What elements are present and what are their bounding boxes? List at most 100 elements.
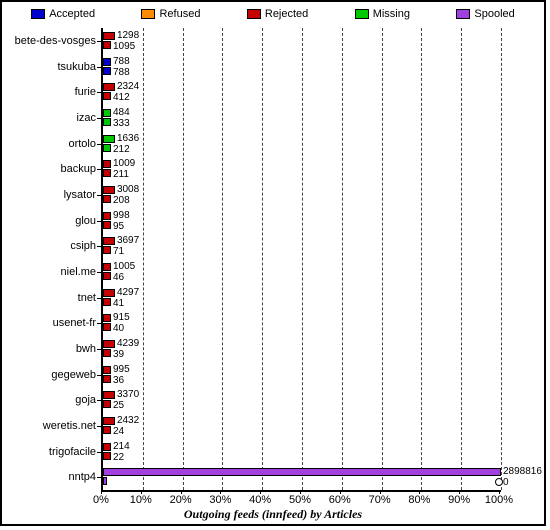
ytick-label: izac	[2, 112, 96, 124]
xtick-label: 50%	[289, 494, 311, 506]
value-label-top: 1005	[113, 262, 135, 272]
legend-label: Missing	[373, 8, 410, 20]
xtick-label: 10%	[130, 494, 152, 506]
legend-item-rejected: Rejected	[247, 8, 308, 20]
ytick-mark	[97, 298, 101, 299]
data-row: 423939	[103, 336, 501, 362]
bar-top	[103, 391, 115, 399]
ytick-label: lysator	[2, 189, 96, 201]
ytick-label: backup	[2, 163, 96, 175]
ytick-label: csiph	[2, 240, 96, 252]
bar-top	[103, 32, 115, 40]
ytick-mark	[97, 118, 101, 119]
ytick-mark	[97, 272, 101, 273]
value-label-top: 3370	[117, 390, 139, 400]
bar-top	[103, 83, 115, 91]
bar-bottom	[103, 272, 111, 280]
value-label-bottom: 412	[113, 93, 130, 103]
ytick-label: tnet	[2, 292, 96, 304]
bar-top	[103, 135, 115, 143]
bar-top	[103, 468, 501, 476]
data-row: 91540	[103, 310, 501, 336]
data-row: 788788	[103, 54, 501, 80]
ytick-label: furie	[2, 86, 96, 98]
ytick-mark	[97, 195, 101, 196]
value-label-top: 1009	[113, 159, 135, 169]
bar-bottom	[103, 221, 111, 229]
value-label-bottom: 208	[113, 196, 130, 206]
value-label-top: 1298	[117, 31, 139, 41]
value-label-top: 3008	[117, 185, 139, 195]
value-label-top: 484	[113, 108, 130, 118]
legend-label: Rejected	[265, 8, 308, 20]
data-row: 337025	[103, 387, 501, 413]
ytick-mark	[97, 92, 101, 93]
bar-top	[103, 237, 115, 245]
xtick-label: 20%	[170, 494, 192, 506]
data-row: 3008208	[103, 182, 501, 208]
bar-top	[103, 212, 111, 220]
xtick-label: 100%	[485, 494, 513, 506]
value-label-bottom: 1095	[113, 42, 135, 52]
data-row: 1009211	[103, 156, 501, 182]
legend-label: Accepted	[49, 8, 95, 20]
ytick-label: nntp4	[2, 471, 96, 483]
bar-bottom	[103, 298, 111, 306]
grid-line	[501, 28, 502, 490]
value-label-top: 1636	[117, 134, 139, 144]
swatch-spooled-icon	[456, 9, 470, 19]
legend-item-accepted: Accepted	[31, 8, 95, 20]
xtick-label: 90%	[448, 494, 470, 506]
xtick-label: 70%	[369, 494, 391, 506]
swatch-missing-icon	[355, 9, 369, 19]
bar-top	[103, 58, 111, 66]
bar-bottom	[103, 118, 111, 126]
swatch-rejected-icon	[247, 9, 261, 19]
ytick-label: trigofacile	[2, 446, 96, 458]
value-label-bottom: 25	[113, 401, 124, 411]
bar-top	[103, 417, 115, 425]
value-label-bottom: 0	[503, 478, 509, 488]
plot-area: 1298109578878823244124843331636212100921…	[101, 28, 501, 492]
bar-top	[103, 186, 115, 194]
ytick-mark	[97, 41, 101, 42]
data-row: 243224	[103, 413, 501, 439]
ytick-mark	[97, 246, 101, 247]
xtick-label: 80%	[408, 494, 430, 506]
data-row: 429741	[103, 285, 501, 311]
data-row: 484333	[103, 105, 501, 131]
value-label-top: 788	[113, 57, 130, 67]
ytick-mark	[97, 349, 101, 350]
value-label-bottom: 212	[113, 145, 130, 155]
bar-top	[103, 443, 111, 451]
ytick-mark	[97, 452, 101, 453]
bar-top	[103, 263, 111, 271]
value-label-top: 998	[113, 211, 130, 221]
value-label-top: 915	[113, 313, 130, 323]
value-label-top: 2898816	[503, 467, 542, 477]
ytick-mark	[97, 169, 101, 170]
bar-bottom	[103, 144, 111, 152]
ytick-label: weretis.net	[2, 420, 96, 432]
ytick-mark	[97, 400, 101, 401]
bar-bottom	[103, 195, 111, 203]
value-label-bottom: 788	[113, 68, 130, 78]
value-label-top: 2324	[117, 82, 139, 92]
swatch-accepted-icon	[31, 9, 45, 19]
data-row: 1636212	[103, 131, 501, 157]
xtick-label: 30%	[209, 494, 231, 506]
bar-bottom	[103, 426, 111, 434]
xtick-label: 0%	[93, 494, 109, 506]
swatch-refused-icon	[141, 9, 155, 19]
value-label-bottom: 41	[113, 299, 124, 309]
legend-item-refused: Refused	[141, 8, 200, 20]
value-label-bottom: 71	[113, 247, 124, 257]
ytick-label: goja	[2, 394, 96, 406]
ytick-label: tsukuba	[2, 61, 96, 73]
bar-bottom	[103, 246, 111, 254]
value-label-top: 4297	[117, 288, 139, 298]
plot-wrap: 1298109578878823244124843331636212100921…	[2, 28, 544, 524]
legend: Accepted Refused Rejected Missing Spoole…	[2, 2, 544, 24]
value-label-top: 3697	[117, 236, 139, 246]
data-row: 369771	[103, 233, 501, 259]
